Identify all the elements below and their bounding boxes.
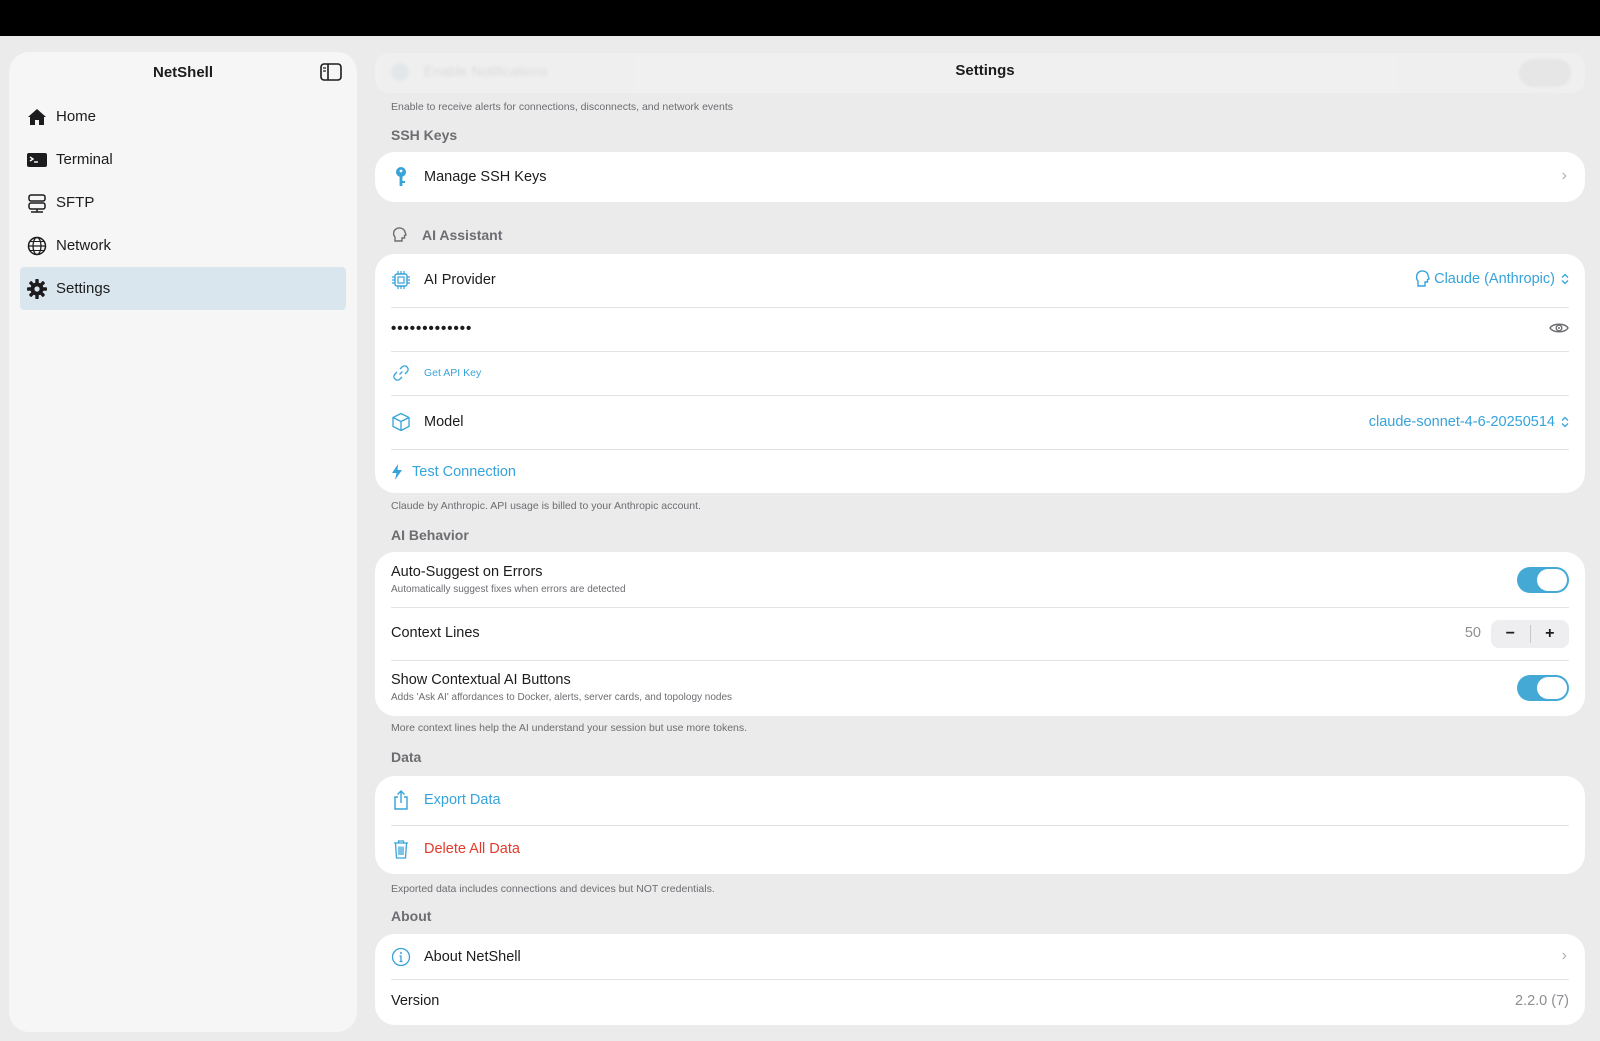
model-value: claude-sonnet-4-6-20250514 [1368,414,1555,430]
chevron-up-down-icon [1561,273,1569,285]
sidebar: NetShell Home Terminal SFTP Network Sett… [9,52,357,1032]
brain-head-icon [1414,269,1432,289]
about-netshell-row[interactable]: About NetShell › [375,934,1585,979]
test-connection-button[interactable]: Test Connection [412,464,516,480]
sidebar-item-settings[interactable]: Settings [20,267,346,310]
eye-icon[interactable] [1549,320,1569,341]
link-icon [391,363,411,383]
sidebar-item-sftp[interactable]: SFTP [20,181,346,224]
server-stack-icon [26,192,48,214]
cpu-chip-icon [391,270,411,290]
version-row: Version 2.2.0 (7) [375,980,1585,1025]
info-icon [391,947,411,967]
ai-provider-label: AI Provider [424,272,496,288]
stepper-decrement-button[interactable]: − [1491,625,1530,643]
model-picker[interactable]: claude-sonnet-4-6-20250514 [1369,414,1569,430]
context-lines-value: 50 [1464,625,1481,641]
about-card: About NetShell › Version 2.2.0 (7) [375,934,1585,1025]
context-lines-row: Context Lines 50 − + [375,608,1585,660]
ai-provider-row[interactable]: AI Provider Claude (Anthropic) [375,254,1585,307]
contextual-buttons-subtitle: Adds 'Ask AI' affordances to Docker, ale… [391,692,733,703]
bolt-icon [391,464,403,485]
house-icon [26,106,48,128]
ai-provider-value: Claude (Anthropic) [1434,271,1555,287]
about-netshell-label: About NetShell [424,949,521,965]
chevron-right-icon: › [1561,947,1567,964]
context-lines-stepper[interactable]: − + [1491,620,1569,648]
api-key-row[interactable]: ••••••••••••• [375,308,1585,351]
sidebar-item-home[interactable]: Home [20,95,346,138]
cube-icon [391,412,411,432]
ai-behavior-card: Auto-Suggest on Errors Automatically sug… [375,552,1585,716]
terminal-icon [26,149,48,171]
export-data-row[interactable]: Export Data [375,776,1585,825]
globe-icon [26,235,48,257]
get-api-key-link[interactable]: Get API Key [424,367,481,379]
share-icon [391,790,411,810]
auto-suggest-subtitle: Automatically suggest fixes when errors … [391,584,626,595]
delete-all-data-row[interactable]: Delete All Data [375,826,1585,874]
version-label: Version [391,993,440,1009]
model-label: Model [424,414,464,430]
sidebar-item-label: SFTP [56,194,95,211]
data-header: Data [391,749,422,765]
sidebar-toggle-icon[interactable] [319,62,343,82]
get-api-key-row[interactable]: Get API Key [375,352,1585,395]
ai-assistant-footnote: Claude by Anthropic. API usage is billed… [391,500,701,512]
model-row[interactable]: Model claude-sonnet-4-6-20250514 [375,396,1585,449]
key-icon [391,167,411,187]
sidebar-item-label: Settings [56,280,111,297]
manage-ssh-keys-row[interactable]: Manage SSH Keys › [375,152,1585,202]
delete-all-data-button[interactable]: Delete All Data [424,841,520,857]
chevron-right-icon: › [1561,167,1567,184]
api-key-field[interactable]: ••••••••••••• [391,320,472,337]
ai-assistant-header: AI Assistant [422,227,503,243]
data-card: Export Data Delete All Data [375,776,1585,874]
sidebar-title: NetShell [152,64,213,81]
version-value: 2.2.0 (7) [1515,993,1569,1009]
status-bar [0,0,1600,36]
ai-behavior-header: AI Behavior [391,527,469,543]
export-data-button[interactable]: Export Data [424,792,501,808]
context-lines-label: Context Lines [391,625,480,641]
manage-ssh-keys-label: Manage SSH Keys [424,169,547,185]
about-header: About [391,908,432,924]
brain-head-icon [391,226,409,244]
sidebar-item-label: Terminal [56,151,113,168]
sidebar-item-network[interactable]: Network [20,224,346,267]
auto-suggest-label: Auto-Suggest on Errors [391,564,543,580]
ssh-keys-card: Manage SSH Keys › [375,152,1585,202]
trash-icon [391,839,411,859]
ai-assistant-card: AI Provider Claude (Anthropic) •••••••••… [375,254,1585,493]
contextual-buttons-toggle[interactable] [1517,675,1569,701]
gear-icon [26,278,48,300]
ai-provider-picker[interactable]: Claude (Anthropic) [1414,269,1569,289]
ai-behavior-footnote: More context lines help the AI understan… [391,722,748,734]
page-title: Settings [955,62,1015,79]
sidebar-nav: Home Terminal SFTP Network Settings [20,95,346,310]
contextual-buttons-label: Show Contextual AI Buttons [391,672,571,688]
ssh-keys-header: SSH Keys [391,127,458,143]
auto-suggest-toggle[interactable] [1517,567,1569,593]
sidebar-item-terminal[interactable]: Terminal [20,138,346,181]
sidebar-item-label: Home [56,108,97,125]
chevron-up-down-icon [1561,416,1569,428]
notifications-footnote: Enable to receive alerts for connections… [391,101,734,113]
sidebar-item-label: Network [56,237,112,254]
data-footnote: Exported data includes connections and d… [391,883,715,895]
stepper-increment-button[interactable]: + [1531,625,1570,643]
test-connection-row[interactable]: Test Connection [375,450,1585,493]
contextual-buttons-row: Show Contextual AI Buttons Adds 'Ask AI'… [375,661,1585,716]
auto-suggest-row: Auto-Suggest on Errors Automatically sug… [375,552,1585,607]
